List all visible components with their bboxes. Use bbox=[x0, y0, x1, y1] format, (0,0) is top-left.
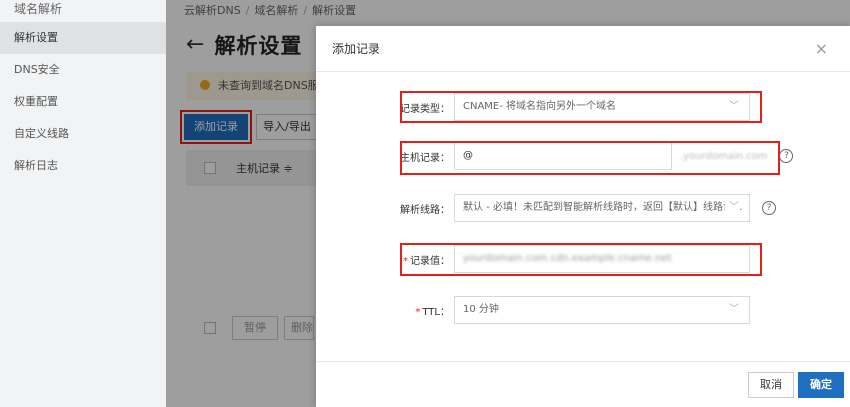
cancel-button[interactable]: 取消 bbox=[748, 372, 794, 398]
line-label: 解析线路： bbox=[400, 204, 450, 216]
add-record-dialog: 添加记录 × 记录类型： CNAME- 将域名指向另外一个域名 ﹀ 主机记录： … bbox=[316, 26, 850, 407]
close-icon[interactable]: × bbox=[815, 26, 828, 72]
help-icon[interactable]: ? bbox=[779, 149, 794, 163]
sidebar-item-logs[interactable]: 解析日志 bbox=[0, 150, 166, 182]
sidebar-title: 域名解析 bbox=[14, 2, 63, 16]
ttl-select[interactable]: 10 分钟 ﹀ bbox=[454, 296, 750, 324]
confirm-button[interactable]: 确定 bbox=[798, 372, 844, 398]
line-select[interactable]: 默认 - 必填！未匹配到智能解析线路时，返回【默认】线路设... ﹀ bbox=[454, 194, 750, 222]
help-icon[interactable]: ? bbox=[762, 201, 776, 215]
chevron-down-icon: ﹀ bbox=[729, 304, 739, 315]
ttl-label: * TTL： bbox=[415, 306, 450, 318]
ttl-row: * TTL： 10 分钟 ﹀ bbox=[394, 296, 750, 324]
sidebar-item-dns-settings[interactable]: 解析设置 bbox=[0, 22, 166, 54]
dialog-footer: 取消 确定 bbox=[316, 361, 850, 407]
line-row: 解析线路： 默认 - 必填！未匹配到智能解析线路时，返回【默认】线路设... ﹀… bbox=[394, 194, 776, 222]
dialog-header: 添加记录 × bbox=[316, 26, 850, 72]
highlight-host-record bbox=[400, 141, 780, 175]
dialog-title: 添加记录 bbox=[332, 42, 381, 56]
highlight-record-value bbox=[400, 243, 762, 276]
ttl-value: 10 分钟 bbox=[463, 304, 499, 315]
sidebar-item-custom-line[interactable]: 自定义线路 bbox=[0, 118, 166, 150]
sidebar-item-weight[interactable]: 权重配置 bbox=[0, 86, 166, 118]
sidebar-item-dns-security[interactable]: DNS安全 bbox=[0, 54, 166, 86]
chevron-down-icon: ﹀ bbox=[725, 195, 739, 221]
sidebar: 域名解析 解析设置 DNS安全 权重配置 自定义线路 解析日志 bbox=[0, 0, 166, 407]
line-value: 默认 - 必填！未匹配到智能解析线路时，返回【默认】线路设... bbox=[463, 202, 743, 213]
highlight-record-type bbox=[400, 91, 762, 123]
